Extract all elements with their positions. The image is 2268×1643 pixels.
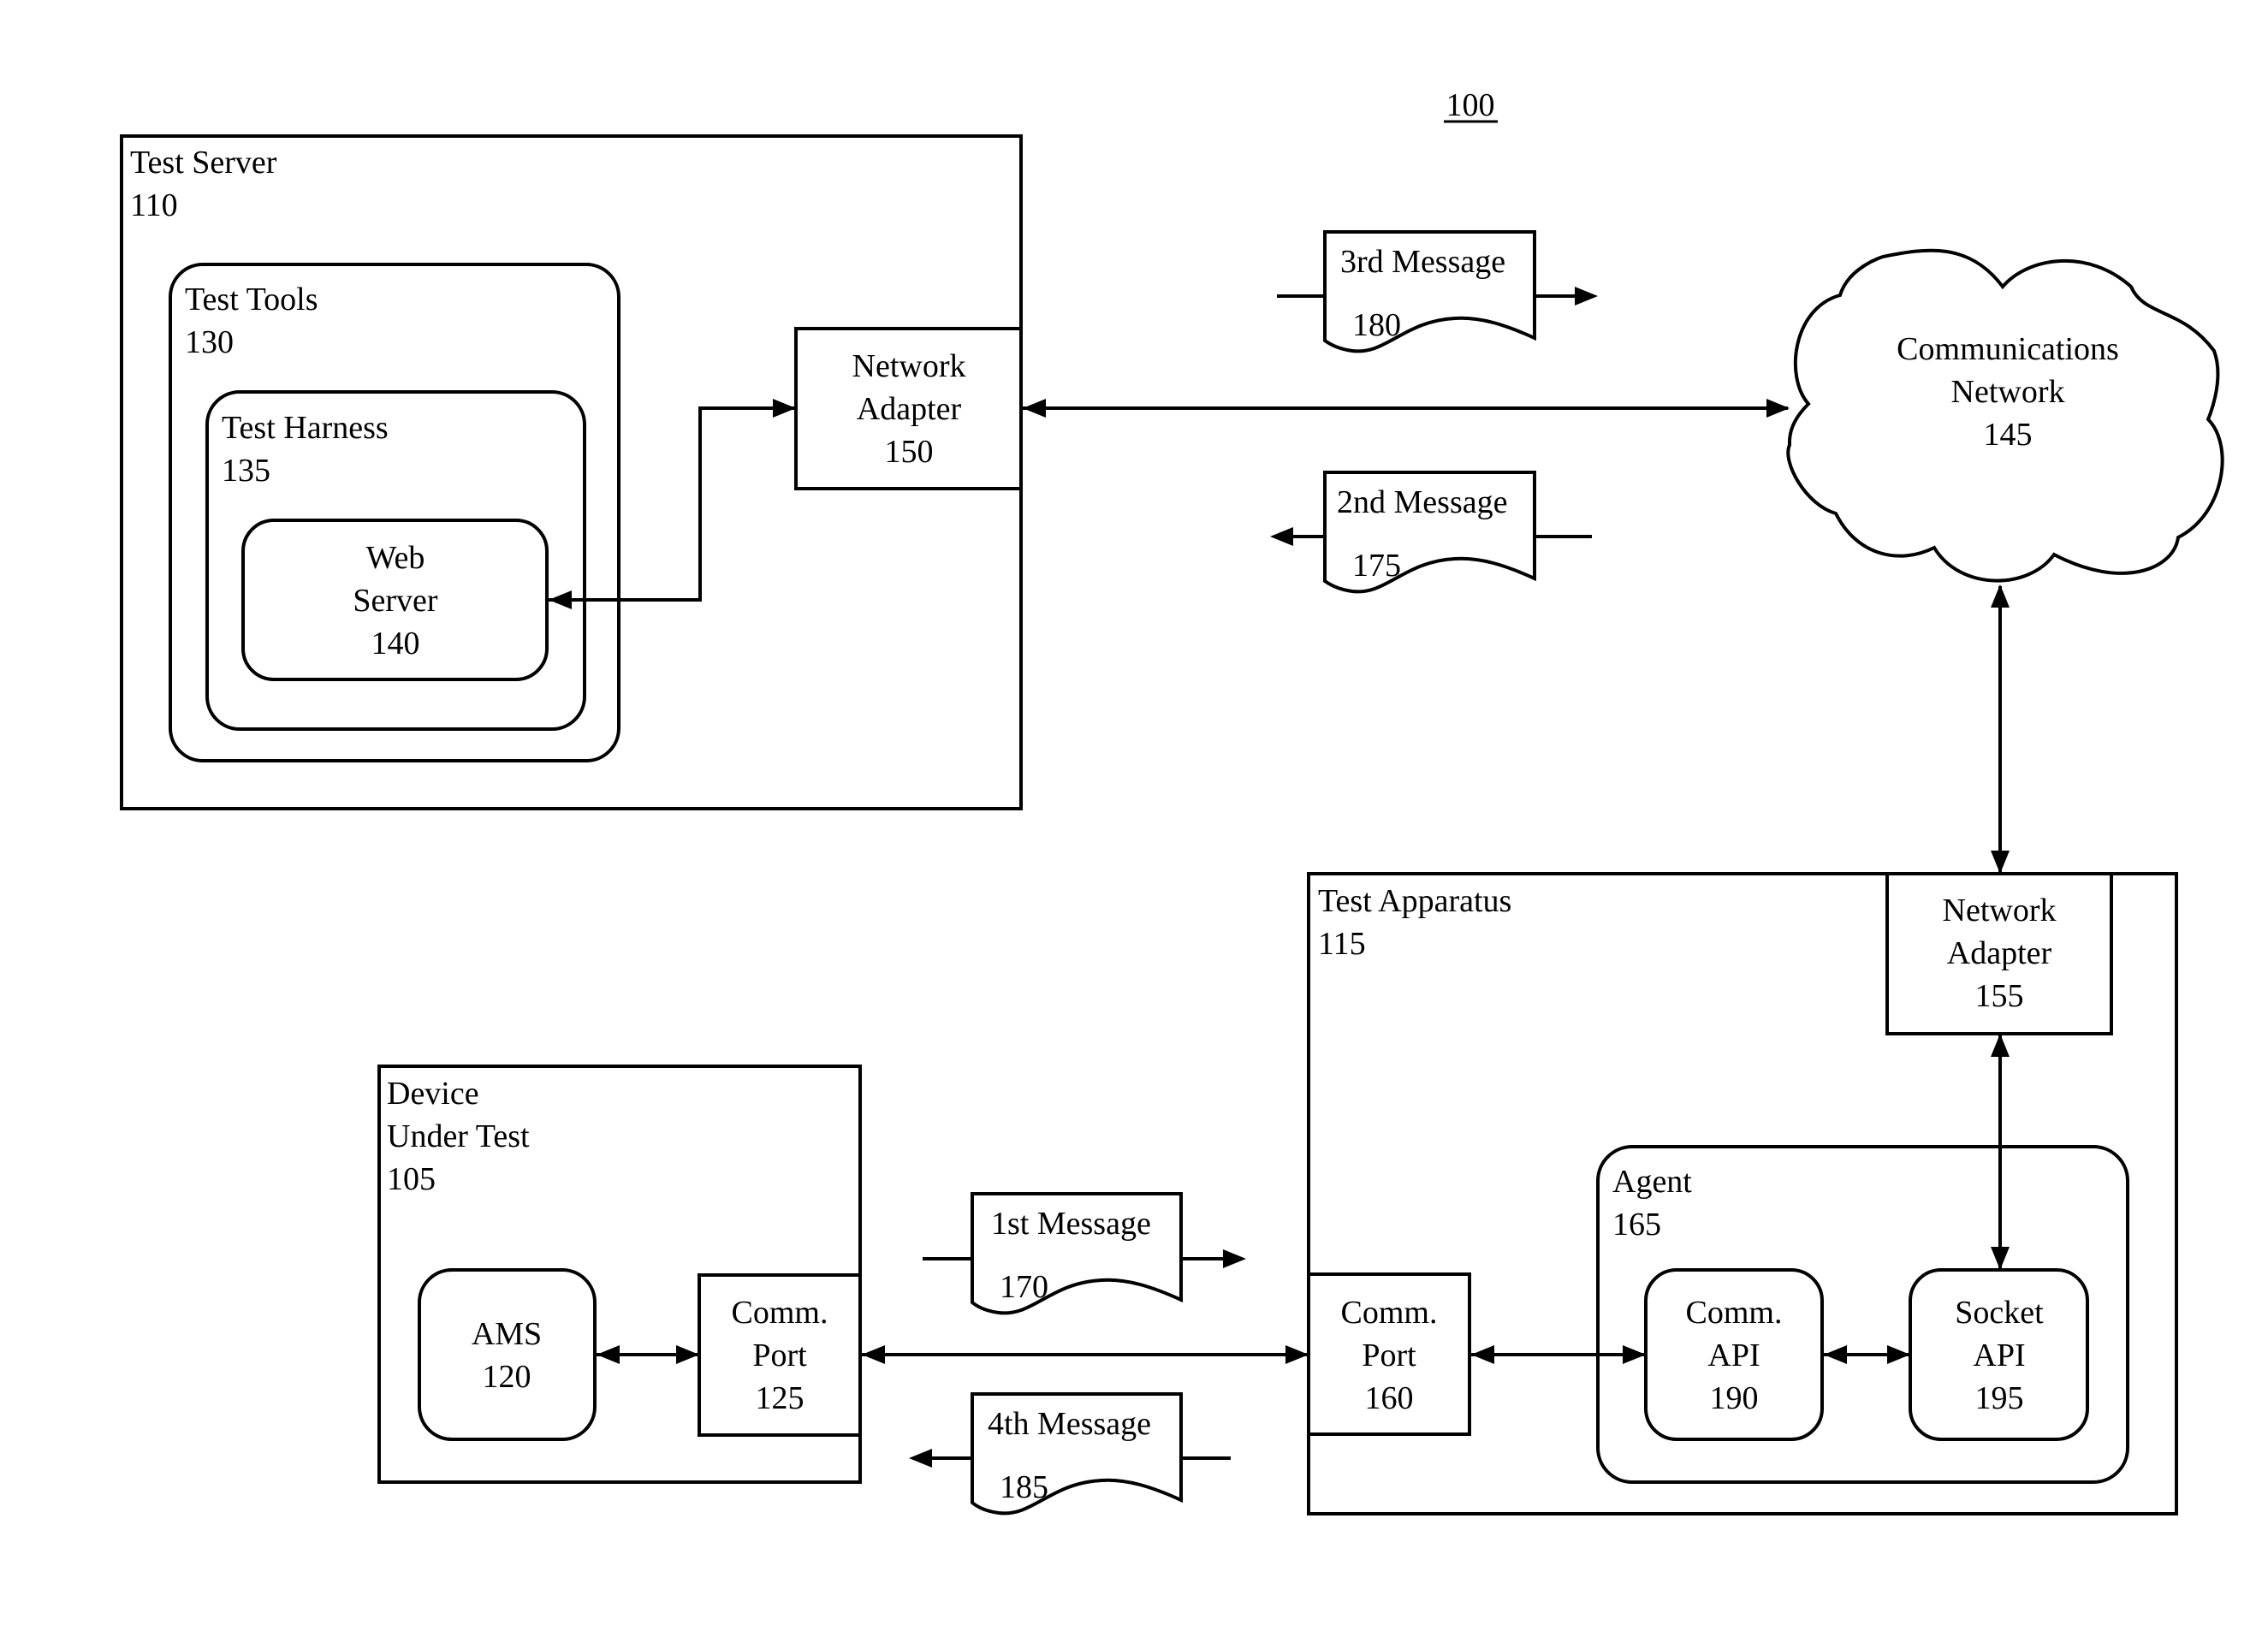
comm-api-line-2: API bbox=[1707, 1338, 1760, 1373]
test-harness-ref: 135 bbox=[222, 453, 270, 489]
socket-api-ref: 195 bbox=[1975, 1380, 2024, 1416]
message-2nd-title: 2nd Message bbox=[1337, 484, 1507, 520]
connector-network-na155 bbox=[1991, 584, 2010, 874]
arrowhead-down-icon bbox=[1991, 851, 2010, 874]
message-1st-title: 1st Message bbox=[991, 1206, 1151, 1242]
comm-port-125-ref: 125 bbox=[756, 1380, 804, 1416]
web-server-ref: 140 bbox=[371, 626, 420, 661]
message-4th[interactable]: 4th Message 185 bbox=[909, 1392, 1231, 1515]
network-adapter-155-line-1: Network bbox=[1943, 893, 2057, 928]
test-harness-title: Test Harness bbox=[222, 410, 389, 446]
figure-number-label: 100 bbox=[1446, 87, 1495, 123]
system-diagram: 100 Test Server 110 Test Tools 130 Test … bbox=[120, 87, 2224, 1515]
device-under-test-line-2: Under Test bbox=[387, 1118, 530, 1154]
device-under-test-ref: 105 bbox=[387, 1161, 436, 1197]
network-adapter-150-ref: 150 bbox=[885, 434, 934, 470]
message-3rd-ref: 180 bbox=[1352, 307, 1401, 343]
connector-commport125-commport160 bbox=[862, 1345, 1309, 1364]
socket-api-line-2: API bbox=[1973, 1338, 2025, 1373]
test-tools-ref: 130 bbox=[185, 324, 234, 360]
network-adapter-155-ref: 155 bbox=[1975, 978, 2024, 1014]
network-adapter-150-box[interactable]: Network Adapter 150 bbox=[794, 327, 1023, 490]
arrowhead-right-icon bbox=[1766, 399, 1790, 418]
test-apparatus-ref: 115 bbox=[1318, 926, 1366, 962]
network-adapter-155-line-2: Adapter bbox=[1947, 935, 2052, 971]
message-2nd-ref: 175 bbox=[1352, 548, 1401, 584]
comm-port-160-ref: 160 bbox=[1365, 1380, 1414, 1416]
network-adapter-155-box[interactable]: Network Adapter 155 bbox=[1885, 872, 2113, 1035]
comm-api-box[interactable]: Comm. API 190 bbox=[1644, 1268, 1824, 1441]
communications-network-line-2: Network bbox=[1951, 374, 2065, 410]
test-apparatus-title: Test Apparatus bbox=[1318, 883, 1511, 919]
comm-port-125-line-1: Comm. bbox=[732, 1295, 828, 1331]
comm-port-125-box[interactable]: Comm. Port 125 bbox=[698, 1273, 862, 1437]
agent-ref: 165 bbox=[1612, 1207, 1661, 1243]
comm-port-125-line-2: Port bbox=[752, 1338, 807, 1373]
communications-network-ref: 145 bbox=[1984, 417, 2033, 453]
ams-ref: 120 bbox=[483, 1359, 531, 1395]
comm-port-160-box[interactable]: Comm. Port 160 bbox=[1307, 1272, 1471, 1436]
connector-na150-network bbox=[1023, 399, 1790, 418]
agent-title: Agent bbox=[1612, 1164, 1692, 1200]
network-adapter-150-line-2: Adapter bbox=[857, 391, 962, 427]
arrow-right-icon bbox=[1223, 1249, 1246, 1268]
arrow-right-icon bbox=[1575, 287, 1598, 305]
comm-api-ref: 190 bbox=[1710, 1380, 1759, 1416]
communications-network-cloud[interactable]: Communications Network 145 bbox=[1786, 248, 2224, 583]
arrow-left-icon bbox=[909, 1449, 932, 1468]
figure-number: 100 bbox=[1444, 87, 1498, 123]
message-2nd[interactable]: 2nd Message 175 bbox=[1270, 471, 1592, 594]
comm-port-160-line-1: Comm. bbox=[1341, 1295, 1438, 1331]
arrowhead-left-icon bbox=[1023, 399, 1046, 418]
communications-network-line-1: Communications bbox=[1897, 331, 2119, 367]
message-3rd-title: 3rd Message bbox=[1340, 244, 1505, 280]
cloud-icon bbox=[1786, 248, 2224, 583]
ams-title: AMS bbox=[472, 1316, 542, 1352]
socket-api-box[interactable]: Socket API 195 bbox=[1909, 1268, 2089, 1441]
test-server-title: Test Server bbox=[130, 145, 277, 181]
web-server-line-2: Server bbox=[353, 583, 438, 619]
network-adapter-150-line-1: Network bbox=[852, 348, 966, 384]
web-server-line-1: Web bbox=[366, 540, 425, 576]
test-tools-title: Test Tools bbox=[185, 282, 318, 317]
message-1st[interactable]: 1st Message 170 bbox=[923, 1192, 1246, 1315]
comm-api-line-1: Comm. bbox=[1686, 1295, 1783, 1331]
device-under-test-line-1: Device bbox=[387, 1076, 479, 1112]
message-4th-title: 4th Message bbox=[988, 1406, 1151, 1442]
socket-api-line-1: Socket bbox=[1955, 1295, 2044, 1331]
arrowhead-up-icon bbox=[1991, 584, 2010, 608]
arrowhead-right-icon bbox=[1285, 1345, 1309, 1364]
web-server-box[interactable]: Web Server 140 bbox=[241, 519, 549, 681]
arrowhead-left-icon bbox=[862, 1345, 885, 1364]
message-1st-ref: 170 bbox=[1000, 1269, 1048, 1305]
arrow-left-icon bbox=[1270, 527, 1293, 546]
message-4th-ref: 185 bbox=[1000, 1469, 1048, 1505]
message-3rd[interactable]: 3rd Message 180 bbox=[1277, 230, 1598, 353]
test-server-ref: 110 bbox=[130, 187, 178, 223]
comm-port-160-line-2: Port bbox=[1362, 1338, 1416, 1373]
ams-box[interactable]: AMS 120 bbox=[418, 1268, 597, 1441]
